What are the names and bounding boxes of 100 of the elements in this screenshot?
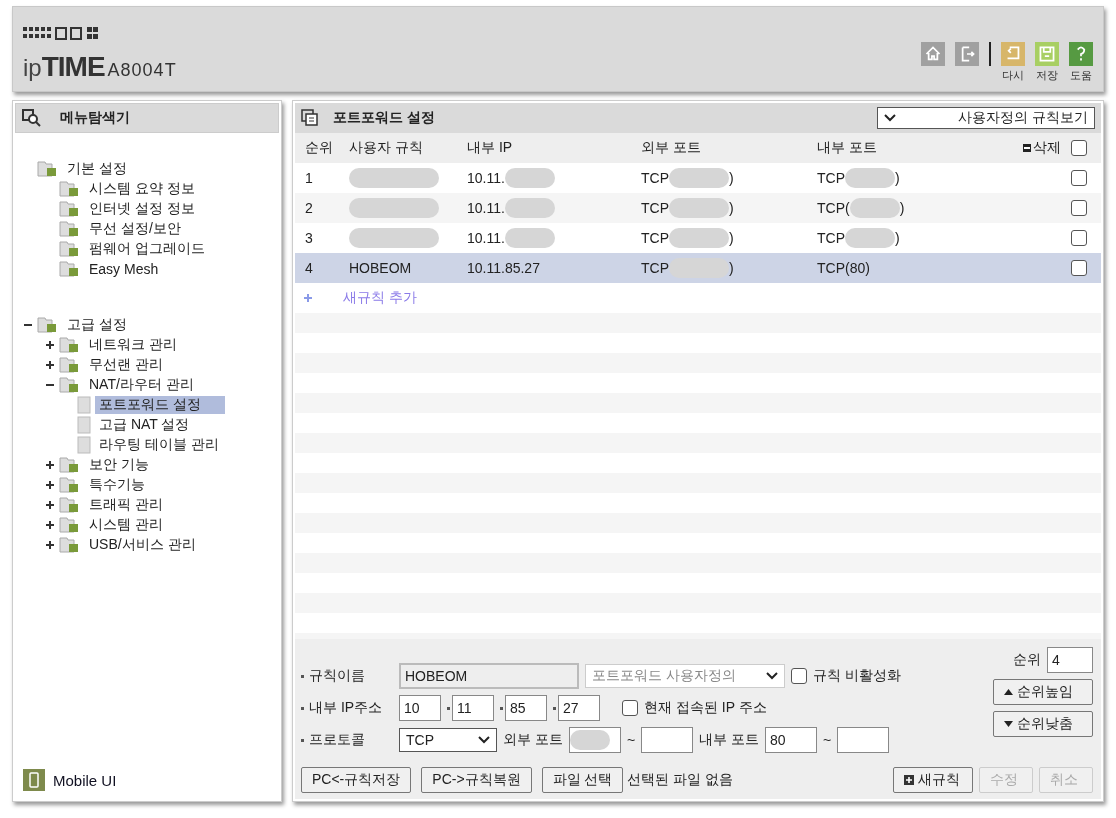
protocol-dropdown[interactable]: TCP <box>399 728 497 752</box>
menu-item[interactable]: 고급 설정 <box>63 316 131 334</box>
add-rule-link[interactable]: 새규칙 추가 <box>343 289 417 307</box>
checkbox[interactable] <box>1071 260 1087 276</box>
ip-octet-field[interactable]: 85 <box>505 695 547 721</box>
table-cell: TCP <box>641 260 669 276</box>
expand-icon[interactable] <box>45 540 55 550</box>
folder-icon <box>59 456 81 474</box>
field-label: 외부 포트 <box>503 731 563 749</box>
expand-icon[interactable] <box>45 500 55 510</box>
table-cell: ) <box>899 200 905 216</box>
table-cell: TCP(80) <box>817 260 870 276</box>
view-dropdown[interactable]: 사용자정의 규칙보기 <box>877 107 1095 129</box>
toolbar-button[interactable]: 도움 <box>1069 42 1093 83</box>
table-cell: TCP <box>641 230 669 246</box>
file-button[interactable]: PC->규칙복원 <box>421 767 532 793</box>
table-cell: TCP <box>817 230 845 246</box>
menu-item[interactable]: 무선랜 관리 <box>85 356 167 374</box>
menu-item[interactable]: 고급 NAT 설정 <box>95 416 194 434</box>
checkbox[interactable] <box>1071 140 1087 156</box>
expand-icon[interactable] <box>45 460 55 470</box>
brand-logo: ipTIMEA8004T <box>23 51 177 83</box>
menu-item[interactable]: 네트워크 관리 <box>85 336 181 354</box>
menu-item[interactable]: 특수기능 <box>85 476 149 494</box>
menu-item[interactable]: 인터넷 설정 정보 <box>85 200 199 218</box>
rank-up-button[interactable]: 순위높임 <box>993 679 1093 705</box>
exit-icon <box>955 42 979 66</box>
table-cell: 2 <box>305 200 313 216</box>
checkbox[interactable] <box>1071 230 1087 246</box>
field-label: 순위 <box>1013 651 1041 669</box>
rule-name-field[interactable]: HOBEOM <box>399 663 579 689</box>
folder-icon <box>59 200 81 218</box>
menu-item[interactable]: NAT/라우터 관리 <box>85 376 198 394</box>
menu-item[interactable]: 펌웨어 업그레이드 <box>85 240 209 258</box>
checkbox[interactable] <box>791 668 807 684</box>
search-icon <box>22 109 42 127</box>
table-cell: TCP <box>641 200 669 216</box>
expand-icon[interactable] <box>45 340 55 350</box>
page-icon <box>77 416 91 434</box>
file-button[interactable]: PC<-규칙저장 <box>301 767 412 793</box>
folder-icon <box>59 220 81 238</box>
menu-item[interactable]: 시스템 요약 정보 <box>85 180 199 198</box>
table-cell: ) <box>729 170 734 186</box>
table-cell: 10.11. <box>467 230 505 246</box>
ip-octet-field[interactable]: 11 <box>452 695 494 721</box>
sidebar-title: 메뉴탐색기 <box>60 109 130 127</box>
mobile-ui-link[interactable]: Mobile UI <box>53 771 117 789</box>
plus-icon <box>904 775 914 785</box>
column-header: 내부 포트 <box>817 139 878 157</box>
table-cell: ) <box>729 260 734 276</box>
table-cell: 10.11. <box>467 170 505 186</box>
toolbar-button[interactable]: 저장 <box>1035 42 1059 83</box>
ip-octet-field[interactable]: 10 <box>399 695 441 721</box>
menu-item[interactable]: USB/서비스 관리 <box>85 536 200 554</box>
action-button[interactable]: 새규칙 <box>893 767 973 793</box>
table-row[interactable]: 4 HOBEOM 10.11.85.27 TCP ) TCP(80) <box>295 253 1101 283</box>
rank-down-button[interactable]: 순위낮춤 <box>993 711 1093 737</box>
return-icon <box>1001 42 1025 66</box>
table-cell: TCP <box>817 170 845 186</box>
checkbox[interactable] <box>622 700 638 716</box>
menu-item[interactable]: 시스템 관리 <box>85 516 167 534</box>
table-cell: 10.11.85.27 <box>467 260 540 276</box>
rule-type-dropdown[interactable]: 포트포워드 사용자정의 <box>585 664 785 688</box>
column-header: 삭제 <box>1033 139 1061 157</box>
port-field[interactable] <box>837 727 890 753</box>
table-cell: 10.11. <box>467 200 505 216</box>
checkbox-label: 현재 접속된 IP 주소 <box>644 699 767 717</box>
field-label: 규칙이름 <box>301 667 393 685</box>
expand-icon[interactable] <box>45 480 55 490</box>
home-icon <box>921 42 945 66</box>
menu-item[interactable]: 보안 기능 <box>85 456 153 474</box>
folder-icon <box>37 160 59 178</box>
rank-field[interactable]: 4 <box>1047 647 1093 673</box>
checkbox[interactable] <box>1071 200 1087 216</box>
tilde-text: ~ <box>822 732 832 748</box>
menu-item[interactable]: Easy Mesh <box>85 261 163 277</box>
table-cell: ) <box>729 200 734 216</box>
toolbar-icon-button[interactable] <box>955 42 979 66</box>
menu-item[interactable]: 라우팅 테이블 관리 <box>95 436 223 454</box>
field-label: 프로토콜 <box>301 731 393 749</box>
checkbox[interactable] <box>1071 170 1087 186</box>
column-header: 외부 포트 <box>641 139 702 157</box>
menu-item[interactable]: 무선 설정/보안 <box>85 220 185 238</box>
menu-item[interactable]: 트래픽 관리 <box>85 496 167 514</box>
table-row[interactable]: 2 10.11. TCP ) TCP( ) <box>295 193 1101 223</box>
menu-item[interactable]: 기본 설정 <box>63 160 131 178</box>
port-field[interactable]: 80 <box>764 727 817 753</box>
folder-icon <box>59 260 81 278</box>
file-button[interactable]: 파일 선택 <box>541 767 624 793</box>
toolbar-button[interactable]: 다시 <box>1001 42 1025 83</box>
ip-octet-field[interactable]: 27 <box>558 695 600 721</box>
port-field[interactable] <box>641 727 694 753</box>
menu-item[interactable]: 포트포워드 설정 <box>95 396 225 414</box>
expand-icon[interactable] <box>45 520 55 530</box>
port-field[interactable] <box>568 727 621 753</box>
folder-icon <box>59 476 81 494</box>
folder-icon <box>59 536 81 554</box>
expand-icon[interactable] <box>45 360 55 370</box>
toolbar-icon-button[interactable] <box>921 42 945 66</box>
table-cell: 1 <box>305 170 313 186</box>
